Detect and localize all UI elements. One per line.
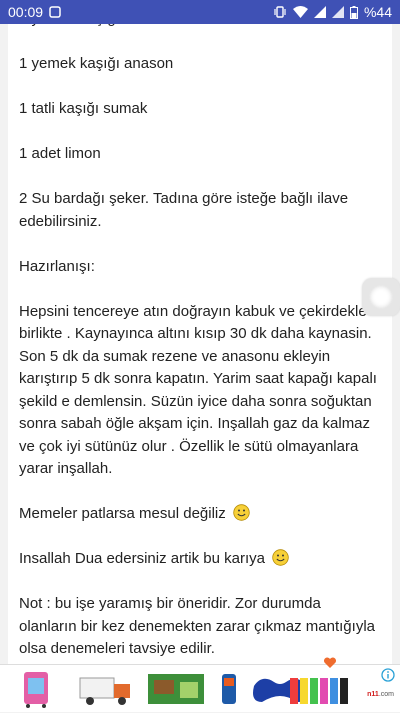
notification-dot-icon: [49, 6, 61, 18]
ad-logo-brand: n11: [367, 691, 379, 698]
ad-logo-domain: .com: [378, 691, 394, 698]
ingredient-5: 2 Su bardağı şeker. Tadına göre isteğe b…: [19, 190, 349, 230]
signal-icon-2: [331, 6, 344, 18]
ingredient-4: 1 adet limon: [19, 145, 101, 162]
note-1-text: Memeler patlarsa mesul değiliz: [19, 505, 226, 522]
post-text: 1 yemek kaşığı rezene 1 yemek kaşığı ana…: [19, 10, 381, 668]
ingredient-3: 1 tatli kaşığı sumak: [19, 100, 148, 117]
ad-advertiser-logo[interactable]: n11.com: [367, 691, 394, 698]
post-content: 1 yemek kaşığı rezene 1 yemek kaşığı ana…: [8, 0, 392, 668]
heart-icon[interactable]: [323, 656, 337, 670]
smiley-icon: [233, 504, 250, 521]
scroll-thumb-dot: [369, 285, 393, 309]
ingredient-2: 1 yemek kaşığı anason: [19, 55, 174, 72]
battery-percent: %44: [363, 4, 392, 20]
note-2-text: Insallah Dua edersiniz artik bu karıya: [19, 550, 265, 567]
note-1: Memeler patlarsa mesul değiliz: [19, 503, 381, 526]
ad-product-truck[interactable]: [74, 670, 138, 708]
note-2: Insallah Dua edersiniz artik bu karıya: [19, 548, 381, 571]
smiley-icon: [272, 549, 289, 566]
wifi-icon: [292, 6, 308, 18]
ad-product-paints[interactable]: [288, 670, 352, 708]
ad-product-suitcase[interactable]: [4, 670, 68, 708]
preparation-heading: Hazırlanışı:: [19, 257, 95, 275]
vibrate-icon: [273, 5, 287, 19]
note-3: Not : bu işe yaramış bir öneridir. Zor d…: [19, 595, 375, 657]
battery-icon: [349, 5, 358, 19]
status-time: 00:09: [8, 4, 44, 20]
signal-icon: [313, 6, 326, 18]
fast-scroll-thumb[interactable]: [362, 278, 400, 316]
ad-banner[interactable]: n11.com: [0, 664, 400, 712]
status-bar: 00:09 %44: [0, 0, 400, 24]
ad-product-lego[interactable]: [144, 670, 208, 708]
preparation-text: Hepsini tencereye atın doğrayın kabuk ve…: [19, 302, 377, 478]
ad-info-icon[interactable]: [381, 668, 395, 682]
